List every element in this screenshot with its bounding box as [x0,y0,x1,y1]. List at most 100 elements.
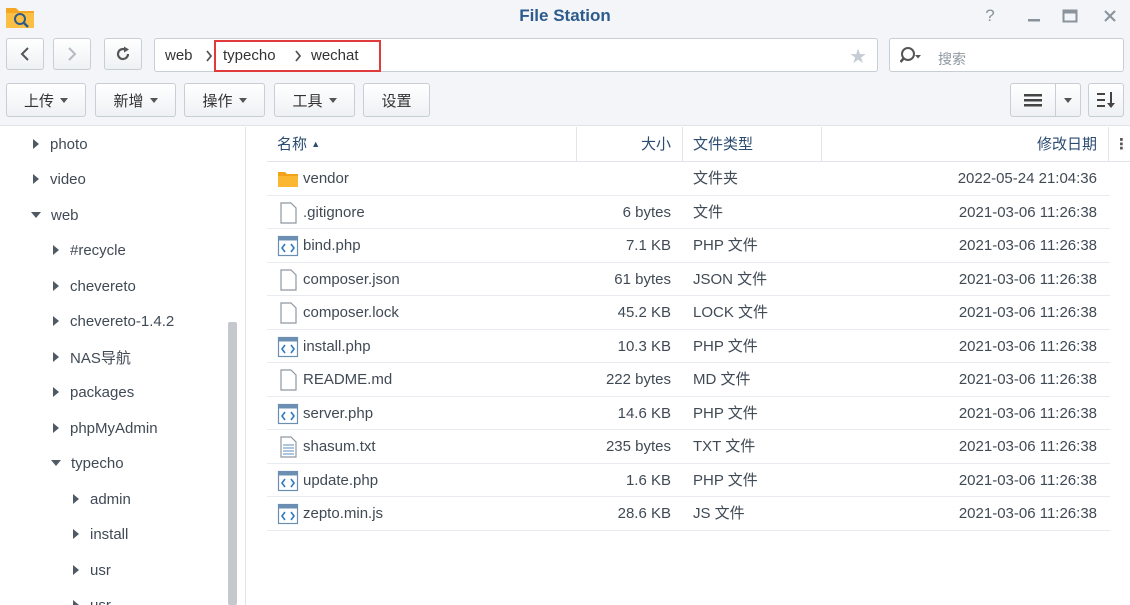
tree-item-nas-nav[interactable]: NAS导航 [53,345,131,369]
expand-arrow-icon[interactable] [53,316,59,326]
column-divider [682,127,683,162]
table-row[interactable]: composer.lock 45.2 KB LOCK 文件 2021-03-06 11… [267,296,1110,330]
tree-item-typecho[interactable]: typecho [51,451,124,475]
tree-item-label: install [90,525,129,543]
column-header-type[interactable]: 文件类型 [693,127,753,162]
tree-item-video[interactable]: video [33,167,86,191]
back-button[interactable] [6,38,44,70]
tools-button[interactable]: 工具 [274,83,355,117]
close-icon[interactable] [1098,5,1122,27]
file-name: composer.json [303,270,400,288]
expand-arrow-icon[interactable] [53,281,59,291]
code-file-icon [277,403,299,425]
column-header-size[interactable]: 大小 [577,127,671,162]
tree-item-label: typecho [71,454,124,472]
file-icon [277,369,299,391]
refresh-button[interactable] [104,38,142,70]
expand-arrow-icon[interactable] [73,494,79,504]
expand-arrow-icon[interactable] [33,139,39,149]
tree-item-label: photo [50,135,88,153]
maximize-icon[interactable] [1058,5,1082,27]
navigation-bar: web typecho wechat ★ 搜索 [0,33,1130,76]
settings-button[interactable]: 设置 [363,83,430,117]
file-type: JSON 文件 [693,270,768,288]
expand-arrow-icon[interactable] [73,529,79,539]
search-input[interactable]: 搜索 [938,49,966,69]
expand-arrow-icon[interactable] [53,352,59,362]
table-row[interactable]: .gitignore 6 bytes 文件 2021-03-06 11:26:38 [267,196,1110,229]
column-options-icon[interactable]: ⋮ [1114,127,1129,162]
code-file-icon [277,235,299,257]
expand-arrow-icon[interactable] [33,174,39,184]
title-bar: File Station ? [0,0,1130,33]
tree-item-chevereto-1-4-2[interactable]: chevereto-1.4.2 [53,309,174,333]
text-file-icon [277,436,299,458]
file-modified: 2022-05-24 21:04:36 [957,170,1097,187]
sort-button[interactable] [1088,83,1124,117]
expand-arrow-icon[interactable] [53,387,59,397]
breadcrumb-web[interactable]: web [165,47,193,64]
file-name: update.php [303,471,379,489]
tree-item-recycle[interactable]: #recycle [53,238,126,262]
file-icon [277,302,299,324]
expand-arrow-icon[interactable] [53,245,59,255]
file-modified: 2021-03-06 11:26:38 [958,471,1097,489]
tree-item-usr[interactable]: usr [73,558,111,582]
action-label: 操作 [202,92,233,110]
sidebar-scrollbar[interactable] [228,322,237,605]
file-type: 文件夹 [693,170,739,187]
tree-item-label: admin [90,490,131,508]
file-name: zepto.min.js [303,505,384,522]
caret-down-icon [328,97,337,103]
column-header-name[interactable]: 名称 ▲ [277,127,320,162]
create-button[interactable]: 新增 [95,83,176,117]
tree-item-web[interactable]: web [31,203,79,227]
window-title: File Station [519,6,611,25]
table-row[interactable]: zepto.min.js 28.6 KB JS 文件 2021-03-06 11:26… [267,497,1110,531]
tree-item-phpmyadmin[interactable]: phpMyAdmin [53,416,158,440]
expand-arrow-icon[interactable] [53,423,59,433]
table-row[interactable]: README.md 222 bytes MD 文件 2021-03-06 11:26:… [267,363,1110,397]
file-modified: 2021-03-06 11:26:38 [958,203,1097,221]
file-name: README.md [303,371,393,388]
table-row[interactable]: update.php 1.6 KB PHP 文件 2021-03-06 11:26:3… [267,464,1110,497]
tree-item-label: #recycle [70,241,126,259]
file-modified: 2021-03-06 11:26:38 [958,270,1097,288]
sort-ascending-icon: ▲ [311,139,321,149]
expand-arrow-icon[interactable] [73,600,79,605]
table-row[interactable]: install.php 10.3 KB PHP 文件 2021-03-06 11:26… [267,330,1110,363]
forward-button[interactable] [53,38,91,70]
tree-item-admin[interactable]: admin [73,487,131,511]
tree-item-usr-partial[interactable]: usr [73,593,111,605]
expand-arrow-icon[interactable] [73,565,79,575]
collapse-arrow-icon[interactable] [51,460,61,466]
file-type: MD 文件 [693,371,751,388]
collapse-arrow-icon[interactable] [31,212,41,218]
chevron-right-icon [68,47,77,61]
table-row[interactable]: vendor 文件夹 2022-05-24 21:04:36 [267,162,1110,196]
star-icon[interactable]: ★ [849,44,867,69]
table-row[interactable]: composer.json 61 bytes JSON 文件 2021-03-06 1… [267,263,1110,296]
minimize-icon[interactable] [1022,5,1046,27]
tree-item-photo[interactable]: photo [33,132,88,156]
table-row[interactable]: shasum.txt 235 bytes TXT 文件 2021-03-06 11:2… [267,430,1110,464]
column-header-modified[interactable]: 修改日期 [823,127,1097,162]
list-view-button[interactable] [1010,83,1056,117]
tree-item-label: phpMyAdmin [70,419,158,437]
tree-item-install[interactable]: install [73,522,128,546]
help-icon[interactable]: ? [978,5,1002,27]
file-type: PHP 文件 [693,471,758,489]
path-bar[interactable]: web typecho wechat ★ [154,38,878,72]
table-row[interactable]: bind.php 7.1 KB PHP 文件 2021-03-06 11:26:38 [267,229,1110,263]
view-options-button[interactable] [1055,83,1081,117]
column-header-label: 名称 [277,136,308,153]
caret-down-icon [238,97,247,103]
action-button[interactable]: 操作 [184,83,265,117]
tree-item-chevereto[interactable]: chevereto [53,274,136,298]
search-box[interactable]: 搜索 [889,38,1124,72]
upload-button[interactable]: 上传 [6,83,86,117]
caret-down-icon [1064,97,1072,103]
table-row[interactable]: server.php 14.6 KB PHP 文件 2021-03-06 11:26:… [267,397,1110,430]
tree-item-packages[interactable]: packages [53,380,134,404]
file-type: PHP 文件 [693,404,758,422]
